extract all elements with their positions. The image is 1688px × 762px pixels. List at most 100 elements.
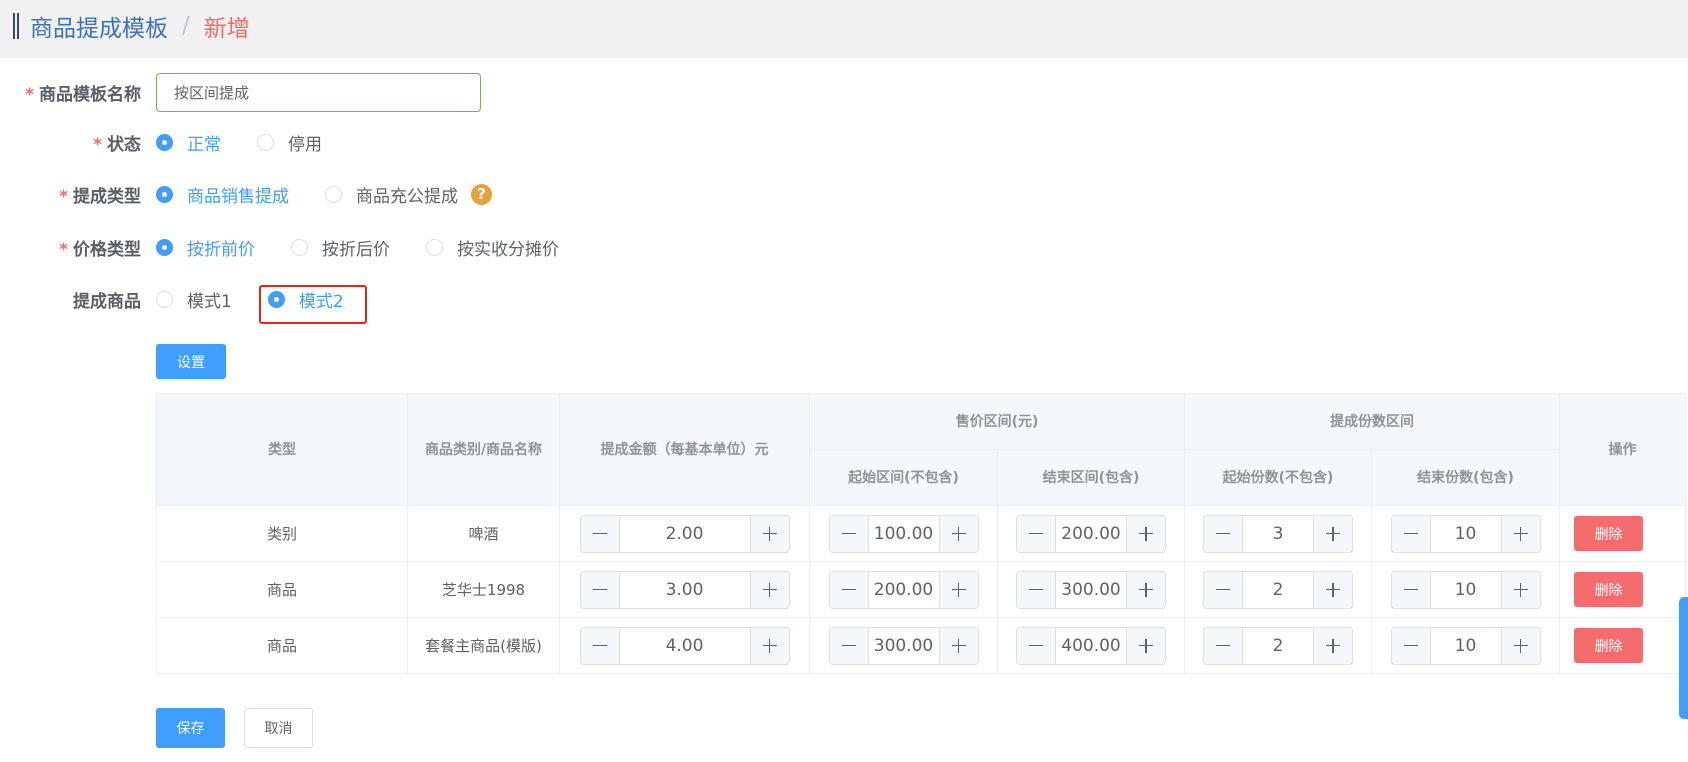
cell-price-end <box>996 505 1186 562</box>
stepper-increase-button[interactable] <box>938 571 978 608</box>
minus-icon <box>1216 644 1231 647</box>
count-end-input[interactable] <box>1430 627 1501 664</box>
stepper-decrease-button[interactable] <box>1204 571 1244 608</box>
stepper-increase-button[interactable] <box>938 515 978 552</box>
stepper-decrease-button[interactable] <box>829 571 869 608</box>
breadcrumb-separator: / <box>182 13 190 39</box>
minus-icon <box>1029 532 1043 535</box>
minus-icon <box>592 644 607 647</box>
radio-price-before-discount[interactable]: 按折前价 <box>156 235 255 260</box>
price-type-radio-group: 按折前价 按折后价 按实收分摊价 <box>156 235 595 260</box>
count-start-input[interactable] <box>1243 515 1314 552</box>
stepper-decrease-button[interactable] <box>1017 571 1056 608</box>
plus-icon <box>1513 526 1528 541</box>
stepper-increase-button[interactable] <box>1500 515 1540 552</box>
status-radio-group: 正常 停用 <box>156 130 358 155</box>
plus-icon <box>951 638 966 653</box>
form-row-price-type: * 价格类型 按折前价 按折后价 按实收分摊价 <box>0 227 595 267</box>
cell-action: 删除 <box>1559 617 1687 674</box>
price-start-input[interactable] <box>868 515 939 552</box>
radio-price-actual-allocated[interactable]: 按实收分摊价 <box>426 235 559 260</box>
radio-status-disabled[interactable]: 停用 <box>257 130 322 155</box>
radio-commission-sales[interactable]: 商品销售提成 <box>156 182 289 207</box>
required-mark: * <box>25 84 34 105</box>
price-start-input[interactable] <box>868 571 939 608</box>
price-end-stepper <box>1016 514 1166 553</box>
stepper-increase-button[interactable] <box>1313 571 1353 608</box>
breadcrumb-title[interactable]: 商品提成模板 <box>30 9 168 43</box>
cell-action: 删除 <box>1559 561 1687 618</box>
cancel-button[interactable]: 取消 <box>244 708 313 748</box>
count-end-stepper <box>1390 570 1541 609</box>
stepper-increase-button[interactable] <box>1126 515 1165 552</box>
cell-type: 商品 <box>156 561 408 618</box>
price-end-stepper <box>1016 570 1166 609</box>
radio-mode-1[interactable]: 模式1 <box>156 287 232 312</box>
stepper-increase-button[interactable] <box>1313 627 1353 664</box>
cell-count-start <box>1184 505 1373 562</box>
count-start-input[interactable] <box>1243 627 1314 664</box>
radio-circle <box>426 238 443 256</box>
price-end-input[interactable] <box>1056 515 1126 552</box>
template-name-input[interactable] <box>156 72 481 112</box>
minus-icon <box>1029 588 1043 591</box>
amount-input[interactable] <box>619 627 750 664</box>
amount-input[interactable] <box>619 571 750 608</box>
cell-count-end <box>1371 561 1561 618</box>
price-end-input[interactable] <box>1056 627 1126 664</box>
stepper-increase-button[interactable] <box>1313 515 1353 552</box>
question-circle-icon[interactable] <box>471 183 492 205</box>
page-header: 商品提成模板 / 新增 <box>0 0 1688 58</box>
count-end-stepper <box>1390 514 1541 553</box>
cell-count-start <box>1184 561 1373 618</box>
minus-icon <box>1216 532 1231 535</box>
delete-button[interactable]: 删除 <box>1574 516 1644 551</box>
cell-price-start <box>809 617 998 674</box>
stepper-increase-button[interactable] <box>749 627 789 664</box>
stepper-decrease-button[interactable] <box>1204 515 1244 552</box>
cell-price-end <box>996 561 1186 618</box>
stepper-decrease-button[interactable] <box>1204 627 1244 664</box>
breadcrumb-current: 新增 <box>203 16 250 42</box>
delete-button[interactable]: 删除 <box>1574 572 1644 607</box>
plus-icon <box>951 526 966 541</box>
price-end-input[interactable] <box>1056 571 1126 608</box>
stepper-increase-button[interactable] <box>1500 627 1540 664</box>
minus-icon <box>841 644 856 647</box>
stepper-decrease-button[interactable] <box>1017 515 1056 552</box>
count-start-input[interactable] <box>1243 571 1314 608</box>
stepper-decrease-button[interactable] <box>1391 571 1431 608</box>
header-type: 类型 <box>156 393 408 506</box>
radio-status-normal[interactable]: 正常 <box>156 130 221 155</box>
stepper-decrease-button[interactable] <box>580 571 620 608</box>
settings-button[interactable]: 设置 <box>156 344 226 379</box>
count-end-input[interactable] <box>1430 515 1501 552</box>
plus-icon <box>1139 526 1153 541</box>
stepper-decrease-button[interactable] <box>580 515 620 552</box>
stepper-increase-button[interactable] <box>938 627 978 664</box>
stepper-decrease-button[interactable] <box>580 627 620 664</box>
header-price-range: 售价区间(元) <box>808 393 1186 450</box>
count-end-input[interactable] <box>1430 571 1501 608</box>
save-button[interactable]: 保存 <box>156 708 225 748</box>
header-count-end: 结束份数(包含) <box>1371 449 1561 506</box>
stepper-increase-button[interactable] <box>749 515 789 552</box>
floating-side-tab[interactable] <box>1679 597 1688 719</box>
radio-price-after-discount[interactable]: 按折后价 <box>291 235 390 260</box>
delete-button[interactable]: 删除 <box>1574 628 1644 663</box>
stepper-increase-button[interactable] <box>1126 627 1165 664</box>
stepper-increase-button[interactable] <box>1126 571 1165 608</box>
stepper-decrease-button[interactable] <box>1017 627 1056 664</box>
minus-icon <box>841 532 856 535</box>
header-count-start: 起始份数(不包含) <box>1184 449 1373 506</box>
price-start-input[interactable] <box>868 627 939 664</box>
amount-stepper <box>579 626 790 665</box>
stepper-decrease-button[interactable] <box>1391 515 1431 552</box>
stepper-decrease-button[interactable] <box>829 627 869 664</box>
stepper-decrease-button[interactable] <box>829 515 869 552</box>
stepper-decrease-button[interactable] <box>1391 627 1431 664</box>
stepper-increase-button[interactable] <box>749 571 789 608</box>
amount-input[interactable] <box>619 515 750 552</box>
stepper-increase-button[interactable] <box>1500 571 1540 608</box>
radio-commission-public[interactable]: 商品充公提成 <box>325 182 458 207</box>
